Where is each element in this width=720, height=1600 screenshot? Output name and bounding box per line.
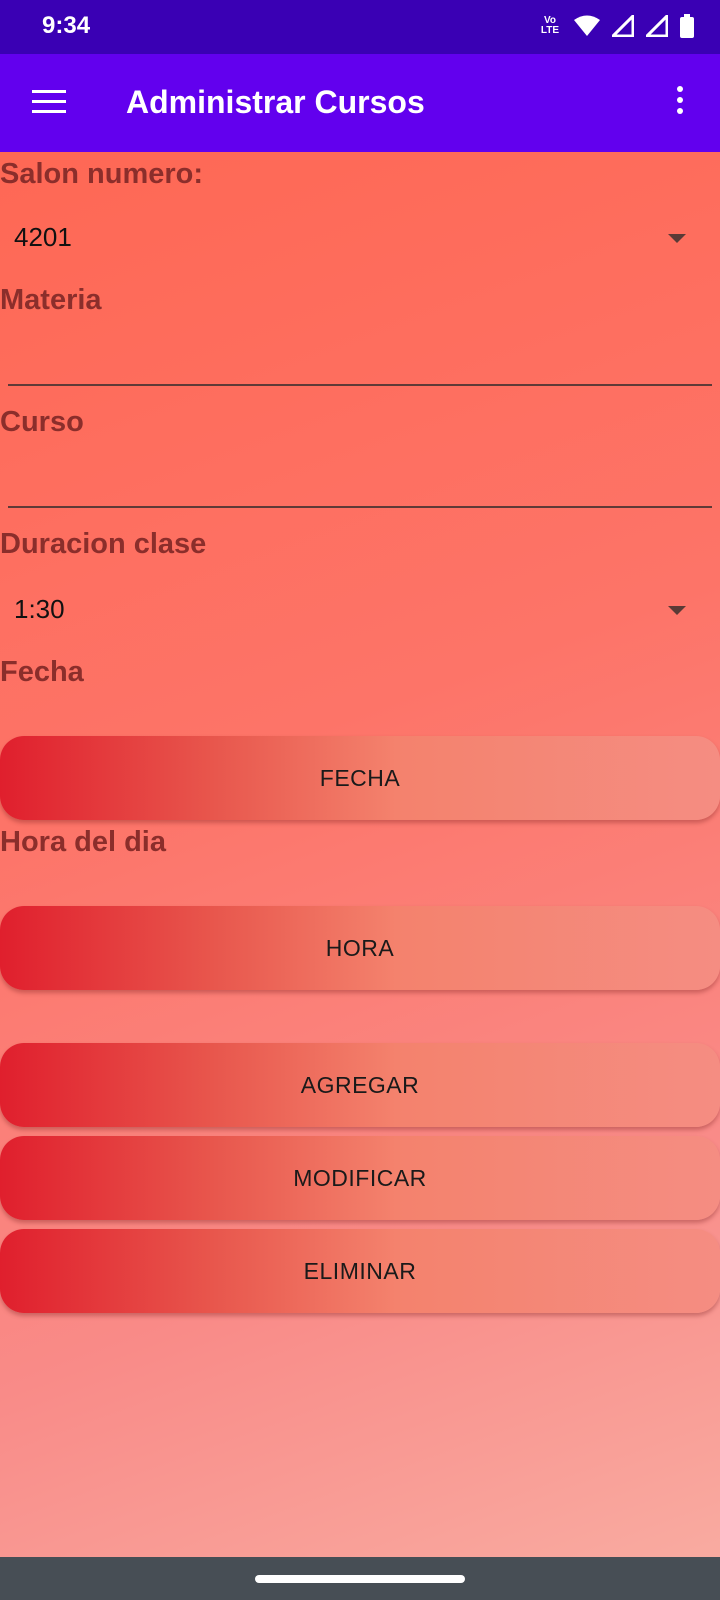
more-vert-icon[interactable] [670, 86, 690, 120]
duracion-spinner[interactable]: 1:30 [0, 580, 720, 640]
fecha-label: Fecha [0, 656, 84, 688]
salon-label: Salon numero: [0, 158, 204, 190]
agregar-button[interactable]: AGREGAR [0, 1043, 720, 1127]
duracion-label: Duracion clase [0, 528, 207, 560]
duracion-spinner-value: 1:30 [14, 594, 65, 624]
curso-input[interactable] [8, 454, 712, 508]
volte-bottom-text: LTE [540, 25, 560, 36]
dropdown-arrow-icon [668, 606, 686, 615]
hamburger-menu-icon[interactable] [32, 90, 66, 116]
hora-label: Hora del dia [0, 826, 166, 858]
fecha-button[interactable]: FECHA [0, 736, 720, 820]
dropdown-arrow-icon [668, 234, 686, 243]
wifi-icon [574, 15, 600, 36]
materia-label: Materia [0, 284, 102, 316]
signal-icon [646, 15, 668, 37]
modificar-button[interactable]: MODIFICAR [0, 1136, 720, 1220]
salon-spinner[interactable]: 4201 [0, 208, 720, 268]
signal-icon [612, 15, 634, 37]
navigation-bar [0, 1557, 720, 1600]
app-bar: Administrar Cursos [0, 54, 720, 152]
curso-label: Curso [0, 406, 84, 438]
eliminar-button[interactable]: ELIMINAR [0, 1229, 720, 1313]
status-bar: 9:34 Vo LTE [0, 0, 720, 54]
status-time: 9:34 [42, 12, 91, 39]
page-title: Administrar Cursos [126, 84, 425, 120]
battery-icon [680, 14, 694, 38]
volte-icon: Vo LTE [538, 16, 562, 36]
home-gesture-handle[interactable] [255, 1575, 465, 1583]
materia-input[interactable] [8, 332, 712, 386]
status-icons: Vo LTE [538, 14, 694, 38]
salon-spinner-value: 4201 [14, 222, 72, 252]
hora-button[interactable]: HORA [0, 906, 720, 990]
